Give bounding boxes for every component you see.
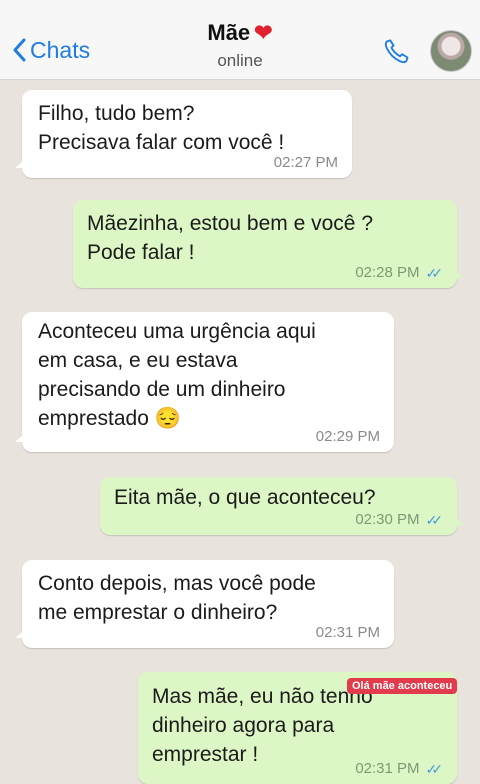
message-bubble[interactable]: Filho, tudo bem? Precisava falar com voc…: [15, 90, 352, 178]
message-meta: 02:30 PM ✓✓: [355, 511, 443, 529]
message-text: Filho, tudo bem? Precisava falar com voc…: [38, 102, 285, 154]
message-bubble[interactable]: Aconteceu uma urgência aqui em casa, e e…: [15, 312, 394, 452]
message-meta: 02:31 PM ✓✓: [355, 760, 443, 778]
message-meta: 02:31 PM: [316, 624, 380, 642]
contact-name-text: Mãe: [207, 20, 251, 45]
call-button[interactable]: [382, 36, 412, 71]
message-time: 02:27 PM: [273, 154, 338, 171]
message-time: 02:29 PM: [315, 428, 380, 445]
read-ticks-icon: ✓✓: [425, 761, 444, 777]
message-meta: 02:27 PM: [274, 154, 338, 172]
message-text: Eita mãe, o que aconteceu?: [114, 486, 376, 509]
message-time: 02:28 PM: [355, 264, 420, 281]
chat-header: Chats Mãe ❤ online: [0, 0, 480, 80]
read-ticks-icon: ✓✓: [425, 265, 444, 281]
phone-icon: [384, 39, 409, 64]
message-text: Mãezinha, estou bem e você ? Pode falar …: [87, 212, 374, 264]
message-text: Aconteceu uma urgência aqui em casa, e e…: [38, 320, 316, 430]
message-time: 02:31 PM: [355, 760, 420, 777]
message-text: Conto depois, mas você pode me emprestar…: [38, 572, 316, 624]
message-bubble[interactable]: Conto depois, mas você pode me emprestar…: [15, 560, 394, 648]
message-bubble[interactable]: Mãezinha, estou bem e você ? Pode falar …: [73, 200, 464, 288]
overlay-caption: Olá mãe aconteceu: [347, 678, 458, 694]
message-meta: 02:29 PM: [316, 428, 380, 446]
read-ticks-icon: ✓✓: [425, 512, 444, 528]
avatar[interactable]: [430, 30, 472, 72]
heart-icon: ❤: [254, 20, 273, 45]
message-time: 02:31 PM: [315, 624, 380, 641]
message-time: 02:30 PM: [355, 511, 420, 528]
message-bubble[interactable]: Eita mãe, o que aconteceu? 02:30 PM ✓✓: [100, 477, 464, 535]
message-text: Mas mãe, eu não tenho dinheiro agora par…: [152, 685, 373, 766]
message-meta: 02:28 PM ✓✓: [355, 264, 443, 282]
